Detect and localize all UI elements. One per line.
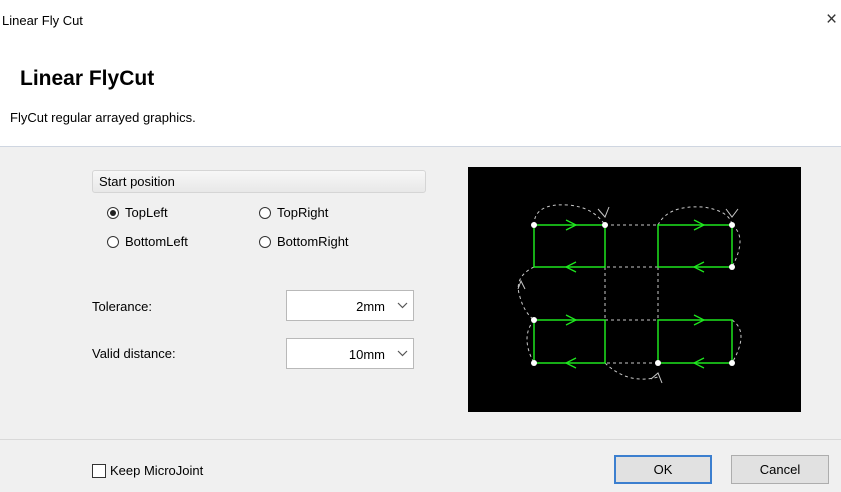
tolerance-label: Tolerance: <box>92 299 152 314</box>
dialog-heading: Linear FlyCut <box>20 67 155 90</box>
valid-distance-combobox[interactable]: 10mm <box>286 338 414 369</box>
flycut-preview <box>468 167 801 412</box>
radio-button-icon <box>107 235 119 248</box>
travel-arrows <box>517 206 739 384</box>
valid-distance-label: Valid distance: <box>92 346 176 361</box>
radio-bottomleft[interactable]: BottomLeft <box>107 234 188 249</box>
radio-button-icon <box>259 206 271 219</box>
close-icon[interactable]: × <box>826 9 841 31</box>
checkbox-label: Keep MicroJoint <box>110 463 204 478</box>
cancel-button[interactable]: Cancel <box>731 455 829 484</box>
ok-button[interactable]: OK <box>614 455 712 484</box>
travel-paths <box>517 204 742 380</box>
tolerance-combobox[interactable]: 2mm <box>286 290 414 321</box>
radio-label: TopRight <box>277 205 329 220</box>
keep-microjoint-checkbox[interactable]: Keep MicroJoint <box>92 463 203 478</box>
radio-button-icon <box>259 235 271 248</box>
title-bar: Linear Fly Cut × <box>0 0 841 40</box>
radio-label: TopLeft <box>125 205 168 220</box>
radio-label: BottomRight <box>277 234 349 249</box>
radio-button-icon <box>107 206 119 219</box>
valid-distance-value: 10mm <box>348 347 385 362</box>
window-title: Linear Fly Cut <box>2 13 83 28</box>
chevron-down-icon[interactable] <box>391 339 413 368</box>
radio-label: BottomLeft <box>125 234 188 249</box>
chevron-down-icon[interactable] <box>391 291 413 320</box>
start-position-header: Start position <box>92 170 426 193</box>
radio-topright[interactable]: TopRight <box>259 205 328 220</box>
start-points <box>531 222 735 366</box>
radio-topleft[interactable]: TopLeft <box>107 205 168 220</box>
checkbox-icon <box>92 463 106 478</box>
dialog-header: Linear FlyCut FlyCut regular arrayed gra… <box>0 40 841 146</box>
cut-paths <box>533 224 733 364</box>
radio-bottomright[interactable]: BottomRight <box>259 234 349 249</box>
cut-arrows <box>564 219 706 369</box>
flycut-preview-graphic <box>517 204 742 384</box>
dialog-description: FlyCut regular arrayed graphics. <box>10 110 196 125</box>
tolerance-value: 2mm <box>356 299 385 314</box>
